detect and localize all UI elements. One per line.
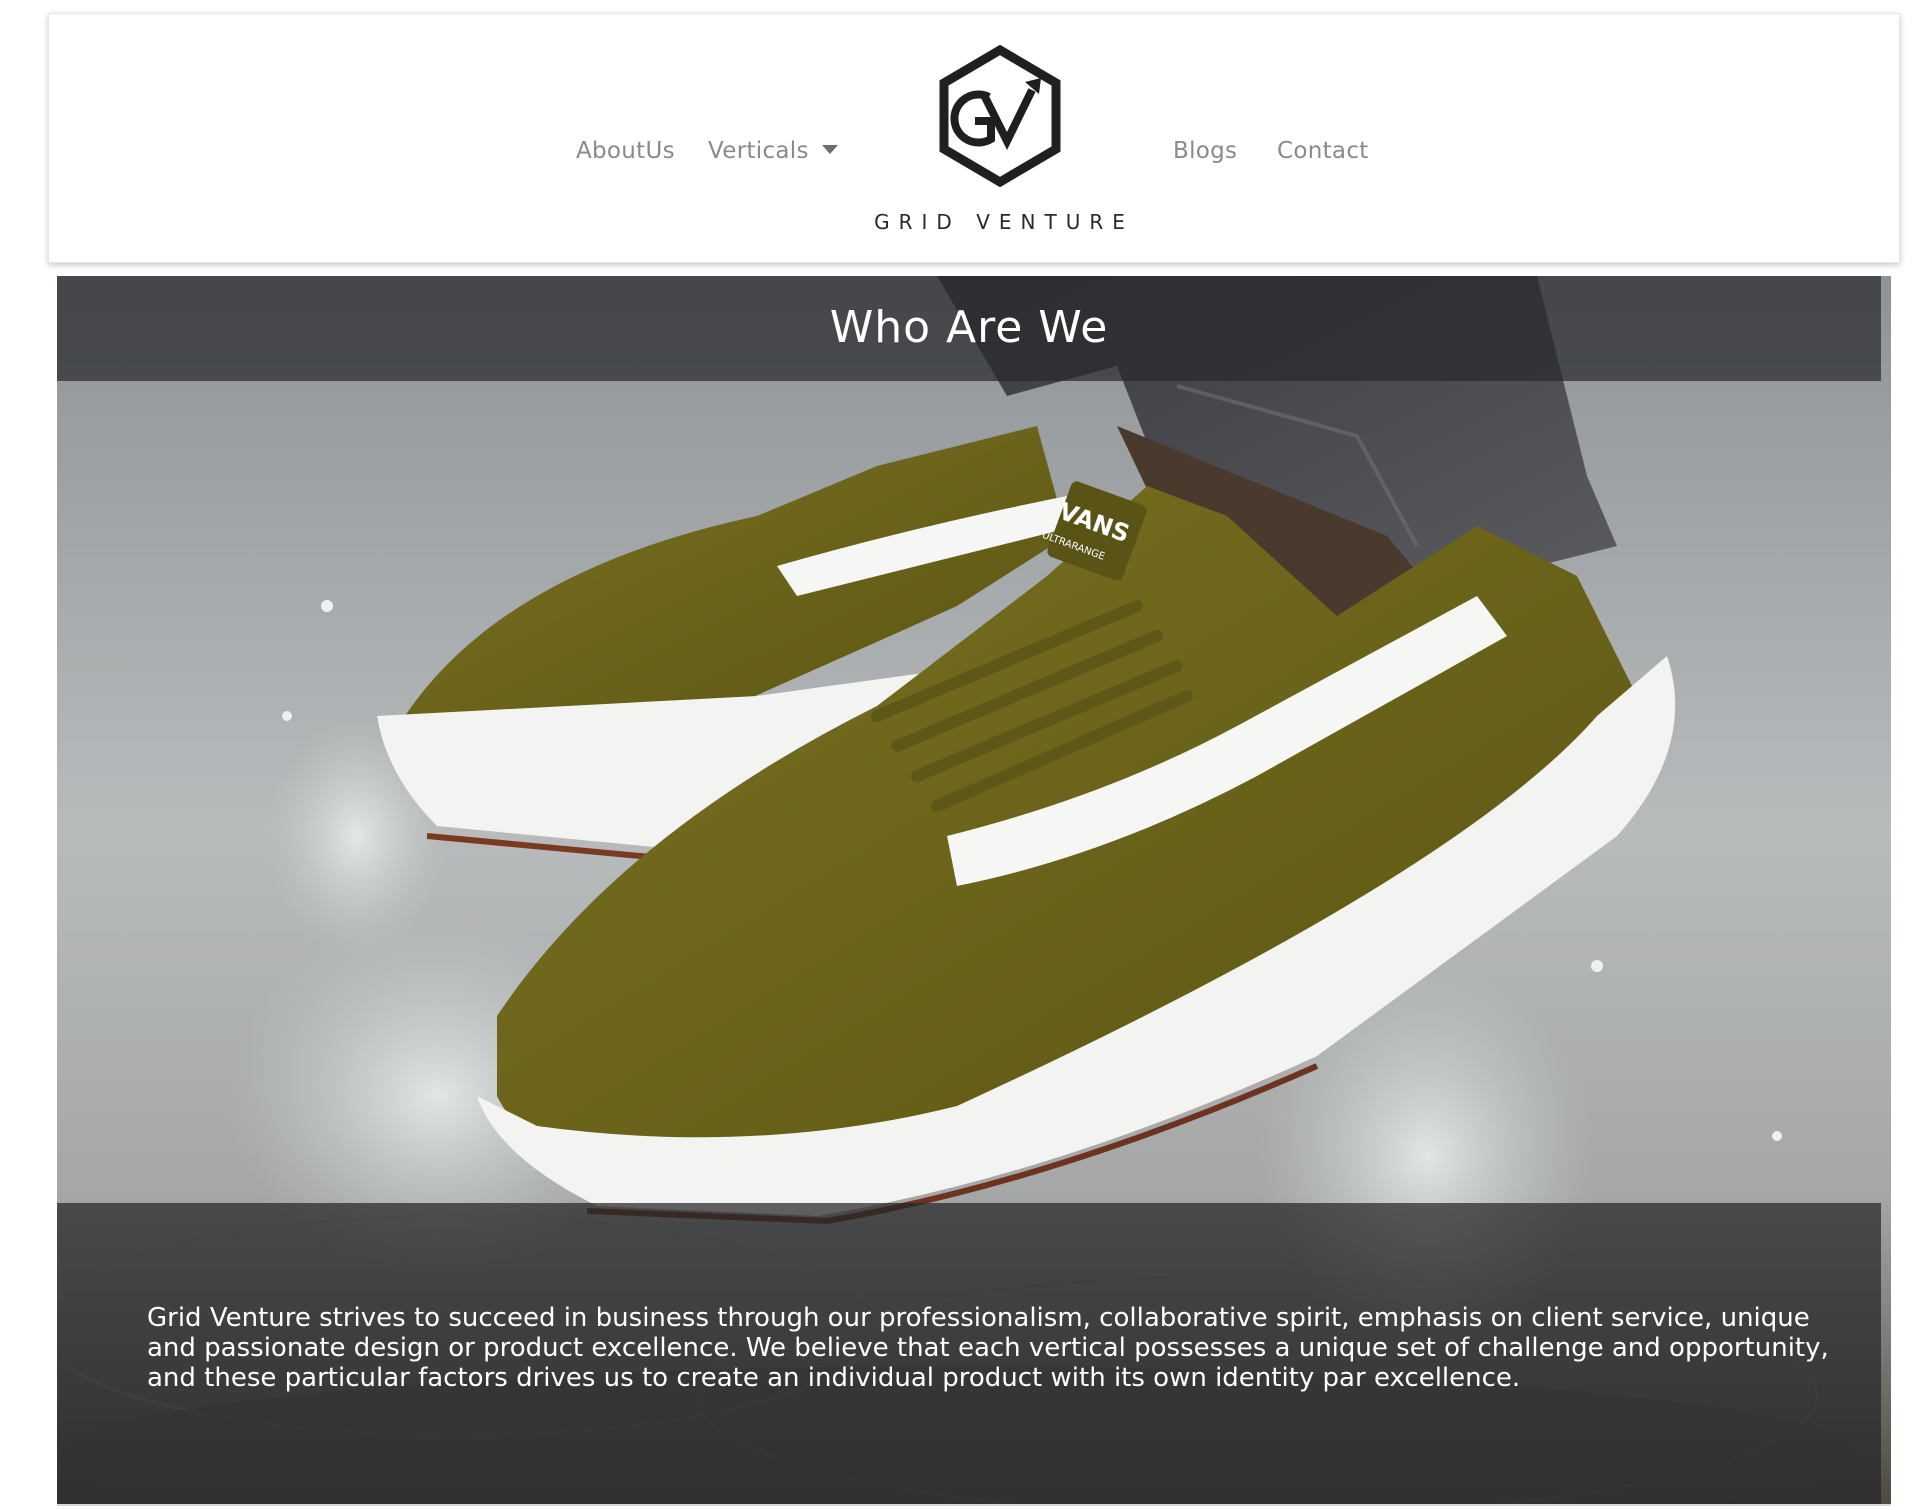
hero-section: VANS ULTRARANGE Who Are We Grid Venture … [57, 276, 1891, 1504]
logo-wordmark[interactable]: GRID VENTURE [819, 210, 1189, 234]
nav-link-blogs[interactable]: Blogs [1173, 138, 1237, 164]
caret-down-icon [821, 145, 838, 154]
hero-paragraph: Grid Venture strives to succeed in busin… [147, 1303, 1829, 1393]
hero-title: Who Are We [829, 302, 1109, 353]
site-header: AboutUs Verticals GRID VENTURE Blogs Con… [48, 13, 1900, 263]
nav-link-verticals-label: Verticals [708, 138, 809, 164]
nav-link-about-us[interactable]: AboutUs [576, 138, 675, 164]
nav-link-verticals[interactable]: Verticals [708, 138, 838, 164]
section-divider [57, 1504, 1891, 1506]
hero-text-band: Grid Venture strives to succeed in busin… [57, 1203, 1881, 1504]
page: AboutUs Verticals GRID VENTURE Blogs Con… [0, 0, 1932, 1510]
nav-link-contact[interactable]: Contact [1277, 138, 1369, 164]
hero-title-band: Who Are We [57, 276, 1881, 381]
hexagon-logo-icon[interactable] [929, 45, 1071, 187]
